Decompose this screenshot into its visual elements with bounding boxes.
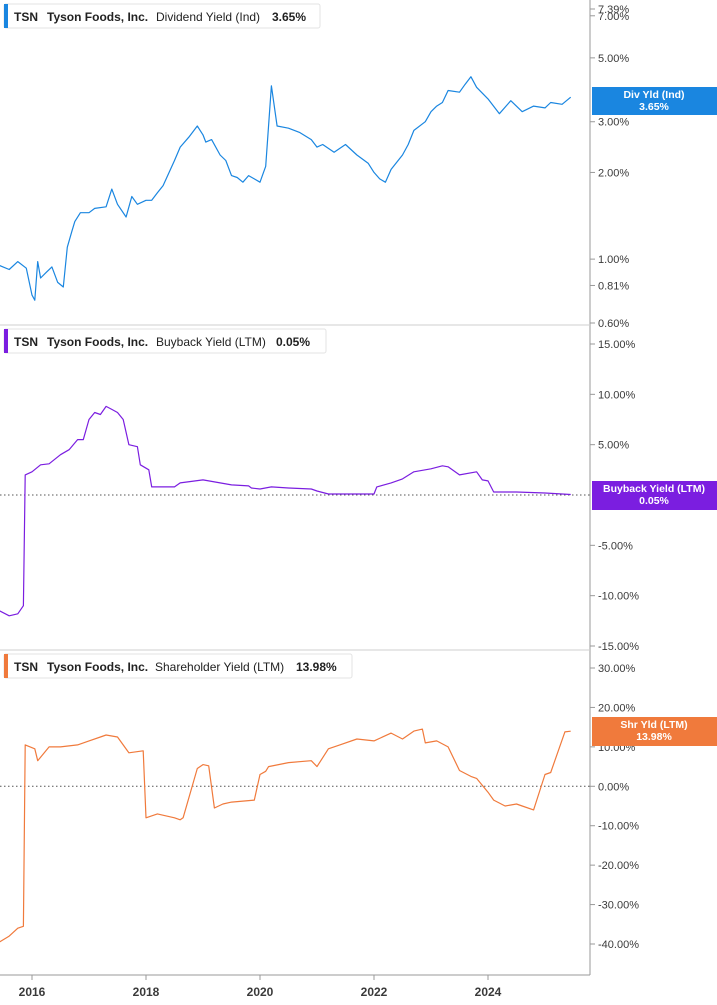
badge-value: 0.05% bbox=[639, 495, 669, 507]
x-tick-label: 2018 bbox=[133, 985, 160, 999]
y-tick-label: 5.00% bbox=[598, 440, 629, 452]
y-tick-label: -15.00% bbox=[598, 641, 639, 653]
current-value-badge: Buyback Yield (LTM) 0.05% bbox=[592, 481, 717, 510]
plot-frame bbox=[0, 0, 591, 976]
y-tick-label: 20.00% bbox=[598, 702, 636, 714]
legend-company: Tyson Foods, Inc. bbox=[47, 335, 148, 349]
legend-ticker: TSN bbox=[14, 10, 38, 24]
y-tick-label: 15.00% bbox=[598, 339, 636, 351]
x-tick-label: 2020 bbox=[247, 985, 274, 999]
legend-ticker: TSN bbox=[14, 660, 38, 674]
x-tick-label: 2024 bbox=[475, 985, 502, 999]
y-axis-ticks: 7.39%7.00%5.00%3.00%2.00%1.00%0.81%0.60% bbox=[590, 4, 629, 330]
y-tick-label: 0.00% bbox=[598, 781, 629, 793]
legend-metric: Buyback Yield (LTM) bbox=[156, 335, 266, 349]
legend-box: TSN Tyson Foods, Inc. Dividend Yield (In… bbox=[3, 3, 321, 29]
legend-value: 13.98% bbox=[296, 660, 337, 674]
badge-label: Shr Yld (LTM) bbox=[620, 719, 687, 731]
legend-metric: Dividend Yield (Ind) bbox=[156, 10, 260, 24]
badge-label: Div Yld (Ind) bbox=[623, 89, 684, 101]
current-value-badge: Shr Yld (LTM) 13.98% bbox=[592, 717, 717, 746]
y-tick-label: 7.00% bbox=[598, 11, 629, 23]
y-tick-label: 10.00% bbox=[598, 389, 636, 401]
series-line bbox=[0, 728, 571, 943]
legend-box: TSN Tyson Foods, Inc. Buyback Yield (LTM… bbox=[3, 328, 327, 354]
y-tick-label: 30.00% bbox=[598, 663, 636, 675]
legend-swatch bbox=[4, 329, 8, 353]
legend-ticker: TSN bbox=[14, 335, 38, 349]
legend-value: 0.05% bbox=[276, 335, 310, 349]
series-line bbox=[0, 76, 572, 301]
legend-company: Tyson Foods, Inc. bbox=[47, 10, 148, 24]
y-tick-label: -10.00% bbox=[598, 821, 639, 833]
dividend-yield-panel: 7.39%7.00%5.00%3.00%2.00%1.00%0.81%0.60%… bbox=[0, 3, 717, 330]
x-axis: 2016 2018 2020 2022 2024 bbox=[19, 975, 502, 999]
y-tick-label: 2.00% bbox=[598, 167, 629, 179]
shareholder-yield-panel: 30.00%20.00%10.00%0.00%-10.00%-20.00%-30… bbox=[0, 653, 717, 951]
y-tick-label: 5.00% bbox=[598, 53, 629, 65]
y-tick-label: 1.00% bbox=[598, 254, 629, 266]
x-tick-label: 2016 bbox=[19, 985, 46, 999]
series-marks bbox=[0, 405, 590, 617]
y-tick-label: 0.60% bbox=[598, 318, 629, 330]
badge-label: Buyback Yield (LTM) bbox=[603, 483, 705, 495]
y-axis-ticks: 30.00%20.00%10.00%0.00%-10.00%-20.00%-30… bbox=[590, 663, 639, 951]
series-marks bbox=[0, 728, 590, 943]
y-tick-label: -5.00% bbox=[598, 540, 633, 552]
badge-value: 3.65% bbox=[639, 101, 669, 113]
y-tick-label: 3.00% bbox=[598, 117, 629, 129]
legend-value: 3.65% bbox=[272, 10, 306, 24]
series-marks bbox=[0, 76, 572, 301]
buyback-yield-panel: 15.00% 10.00% 5.00% -5.00% -10.00% -15.00% TS… bbox=[0, 328, 717, 653]
legend-swatch bbox=[4, 654, 8, 678]
y-tick-label: -40.00% bbox=[598, 939, 639, 951]
legend-box: TSN Tyson Foods, Inc. Shareholder Yield … bbox=[3, 653, 353, 679]
yield-chart: 7.39%7.00%5.00%3.00%2.00%1.00%0.81%0.60%… bbox=[0, 0, 717, 999]
current-value-badge: Div Yld (Ind) 3.65% bbox=[592, 87, 717, 115]
x-tick-label: 2022 bbox=[361, 985, 388, 999]
badge-value: 13.98% bbox=[636, 731, 672, 743]
series-line bbox=[0, 405, 571, 617]
legend-swatch bbox=[4, 4, 8, 28]
legend-metric: Shareholder Yield (LTM) bbox=[155, 660, 284, 674]
y-tick-label: -20.00% bbox=[598, 860, 639, 872]
y-tick-label: -30.00% bbox=[598, 900, 639, 912]
legend-company: Tyson Foods, Inc. bbox=[47, 660, 148, 674]
y-tick-label: 0.81% bbox=[598, 280, 629, 292]
y-tick-label: -10.00% bbox=[598, 591, 639, 603]
